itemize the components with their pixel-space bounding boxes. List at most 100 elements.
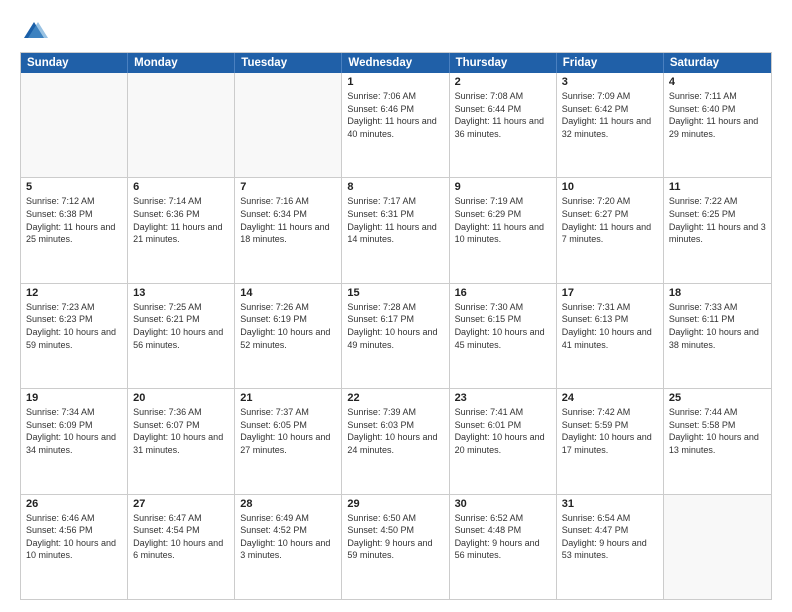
day-number: 8 — [347, 181, 443, 193]
day-cell-28: 28 Sunrise: 6:49 AM Sunset: 4:52 PM Dayli… — [235, 495, 342, 599]
weekday-header-wednesday: Wednesday — [342, 53, 449, 73]
day-number: 18 — [669, 287, 766, 299]
day-info: Sunrise: 7:11 AM Sunset: 6:40 PM Dayligh… — [669, 90, 766, 140]
calendar-body: 1 Sunrise: 7:06 AM Sunset: 6:46 PM Daylig… — [21, 73, 771, 599]
day-cell-30: 30 Sunrise: 6:52 AM Sunset: 4:48 PM Dayli… — [450, 495, 557, 599]
day-info: Sunrise: 7:37 AM Sunset: 6:05 PM Dayligh… — [240, 406, 336, 456]
day-info: Sunrise: 7:06 AM Sunset: 6:46 PM Dayligh… — [347, 90, 443, 140]
day-info: Sunrise: 6:50 AM Sunset: 4:50 PM Dayligh… — [347, 512, 443, 562]
day-info: Sunrise: 6:52 AM Sunset: 4:48 PM Dayligh… — [455, 512, 551, 562]
day-cell-14: 14Sunrise: 7:26 AM Sunset: 6:19 PM Dayli… — [235, 284, 342, 388]
day-number: 22 — [347, 392, 443, 404]
day-cell-13: 13Sunrise: 7:25 AM Sunset: 6:21 PM Dayli… — [128, 284, 235, 388]
day-number: 3 — [562, 76, 658, 88]
day-number: 20 — [133, 392, 229, 404]
day-info: Sunrise: 7:39 AM Sunset: 6:03 PM Dayligh… — [347, 406, 443, 456]
day-cell-2: 2Sunrise: 7:08 AM Sunset: 6:44 PM Daylig… — [450, 73, 557, 177]
day-info: Sunrise: 7:30 AM Sunset: 6:15 PM Dayligh… — [455, 301, 551, 351]
day-cell-1: 1 Sunrise: 7:06 AM Sunset: 6:46 PM Daylig… — [342, 73, 449, 177]
day-number: 14 — [240, 287, 336, 299]
day-cell-31: 31 Sunrise: 6:54 AM Sunset: 4:47 PM Dayli… — [557, 495, 664, 599]
weekday-header-thursday: Thursday — [450, 53, 557, 73]
day-info: Sunrise: 7:08 AM Sunset: 6:44 PM Dayligh… — [455, 90, 551, 140]
day-cell-21: 21 Sunrise: 7:37 AM Sunset: 6:05 PM Dayli… — [235, 389, 342, 493]
day-cell-11: 11Sunrise: 7:22 AM Sunset: 6:25 PM Dayli… — [664, 178, 771, 282]
day-cell-18: 18 Sunrise: 7:33 AM Sunset: 6:11 PM Dayli… — [664, 284, 771, 388]
empty-cell — [235, 73, 342, 177]
day-number: 23 — [455, 392, 551, 404]
day-info: Sunrise: 7:44 AM Sunset: 5:58 PM Dayligh… — [669, 406, 766, 456]
day-number: 31 — [562, 498, 658, 510]
day-info: Sunrise: 7:28 AM Sunset: 6:17 PM Dayligh… — [347, 301, 443, 351]
page: SundayMondayTuesdayWednesdayThursdayFrid… — [0, 0, 792, 612]
weekday-header-friday: Friday — [557, 53, 664, 73]
day-number: 24 — [562, 392, 658, 404]
day-info: Sunrise: 6:49 AM Sunset: 4:52 PM Dayligh… — [240, 512, 336, 562]
calendar-row-1: 1 Sunrise: 7:06 AM Sunset: 6:46 PM Daylig… — [21, 73, 771, 178]
day-info: Sunrise: 7:16 AM Sunset: 6:34 PM Dayligh… — [240, 195, 336, 245]
day-cell-9: 9Sunrise: 7:19 AM Sunset: 6:29 PM Daylig… — [450, 178, 557, 282]
day-number: 21 — [240, 392, 336, 404]
calendar-row-4: 19Sunrise: 7:34 AM Sunset: 6:09 PM Dayli… — [21, 389, 771, 494]
day-info: Sunrise: 6:47 AM Sunset: 4:54 PM Dayligh… — [133, 512, 229, 562]
weekday-header-saturday: Saturday — [664, 53, 771, 73]
logo — [20, 18, 52, 46]
day-info: Sunrise: 6:46 AM Sunset: 4:56 PM Dayligh… — [26, 512, 122, 562]
day-info: Sunrise: 7:23 AM Sunset: 6:23 PM Dayligh… — [26, 301, 122, 351]
day-cell-10: 10 Sunrise: 7:20 AM Sunset: 6:27 PM Dayli… — [557, 178, 664, 282]
day-cell-15: 15 Sunrise: 7:28 AM Sunset: 6:17 PM Dayli… — [342, 284, 449, 388]
header — [20, 18, 772, 46]
calendar-row-2: 5 Sunrise: 7:12 AM Sunset: 6:38 PM Daylig… — [21, 178, 771, 283]
day-cell-6: 6 Sunrise: 7:14 AM Sunset: 6:36 PM Daylig… — [128, 178, 235, 282]
day-number: 16 — [455, 287, 551, 299]
weekday-header-monday: Monday — [128, 53, 235, 73]
day-cell-8: 8 Sunrise: 7:17 AM Sunset: 6:31 PM Daylig… — [342, 178, 449, 282]
day-number: 25 — [669, 392, 766, 404]
day-info: Sunrise: 7:42 AM Sunset: 5:59 PM Dayligh… — [562, 406, 658, 456]
day-info: Sunrise: 7:19 AM Sunset: 6:29 PM Dayligh… — [455, 195, 551, 245]
day-number: 1 — [347, 76, 443, 88]
day-number: 26 — [26, 498, 122, 510]
empty-cell — [128, 73, 235, 177]
day-info: Sunrise: 7:25 AM Sunset: 6:21 PM Dayligh… — [133, 301, 229, 351]
day-cell-20: 20 Sunrise: 7:36 AM Sunset: 6:07 PM Dayli… — [128, 389, 235, 493]
day-info: Sunrise: 7:31 AM Sunset: 6:13 PM Dayligh… — [562, 301, 658, 351]
day-info: Sunrise: 7:33 AM Sunset: 6:11 PM Dayligh… — [669, 301, 766, 351]
day-number: 19 — [26, 392, 122, 404]
day-number: 27 — [133, 498, 229, 510]
empty-cell — [21, 73, 128, 177]
calendar: SundayMondayTuesdayWednesdayThursdayFrid… — [20, 52, 772, 600]
day-number: 28 — [240, 498, 336, 510]
day-info: Sunrise: 7:09 AM Sunset: 6:42 PM Dayligh… — [562, 90, 658, 140]
day-info: Sunrise: 7:12 AM Sunset: 6:38 PM Dayligh… — [26, 195, 122, 245]
day-number: 7 — [240, 181, 336, 193]
day-number: 4 — [669, 76, 766, 88]
empty-cell — [664, 495, 771, 599]
day-info: Sunrise: 7:14 AM Sunset: 6:36 PM Dayligh… — [133, 195, 229, 245]
day-cell-26: 26 Sunrise: 6:46 AM Sunset: 4:56 PM Dayli… — [21, 495, 128, 599]
day-number: 15 — [347, 287, 443, 299]
day-cell-4: 4 Sunrise: 7:11 AM Sunset: 6:40 PM Daylig… — [664, 73, 771, 177]
logo-icon — [20, 18, 48, 46]
calendar-row-5: 26 Sunrise: 6:46 AM Sunset: 4:56 PM Dayli… — [21, 495, 771, 599]
day-number: 29 — [347, 498, 443, 510]
day-cell-22: 22 Sunrise: 7:39 AM Sunset: 6:03 PM Dayli… — [342, 389, 449, 493]
day-cell-27: 27 Sunrise: 6:47 AM Sunset: 4:54 PM Dayli… — [128, 495, 235, 599]
day-number: 6 — [133, 181, 229, 193]
day-number: 10 — [562, 181, 658, 193]
day-cell-17: 17 Sunrise: 7:31 AM Sunset: 6:13 PM Dayli… — [557, 284, 664, 388]
day-number: 17 — [562, 287, 658, 299]
day-cell-29: 29 Sunrise: 6:50 AM Sunset: 4:50 PM Dayli… — [342, 495, 449, 599]
day-info: Sunrise: 7:22 AM Sunset: 6:25 PM Dayligh… — [669, 195, 766, 245]
day-cell-12: 12Sunrise: 7:23 AM Sunset: 6:23 PM Dayli… — [21, 284, 128, 388]
day-info: Sunrise: 7:17 AM Sunset: 6:31 PM Dayligh… — [347, 195, 443, 245]
day-cell-23: 23Sunrise: 7:41 AM Sunset: 6:01 PM Dayli… — [450, 389, 557, 493]
day-number: 5 — [26, 181, 122, 193]
day-info: Sunrise: 6:54 AM Sunset: 4:47 PM Dayligh… — [562, 512, 658, 562]
day-cell-24: 24 Sunrise: 7:42 AM Sunset: 5:59 PM Dayli… — [557, 389, 664, 493]
day-info: Sunrise: 7:36 AM Sunset: 6:07 PM Dayligh… — [133, 406, 229, 456]
weekday-header-tuesday: Tuesday — [235, 53, 342, 73]
day-number: 30 — [455, 498, 551, 510]
day-info: Sunrise: 7:20 AM Sunset: 6:27 PM Dayligh… — [562, 195, 658, 245]
weekday-header-sunday: Sunday — [21, 53, 128, 73]
